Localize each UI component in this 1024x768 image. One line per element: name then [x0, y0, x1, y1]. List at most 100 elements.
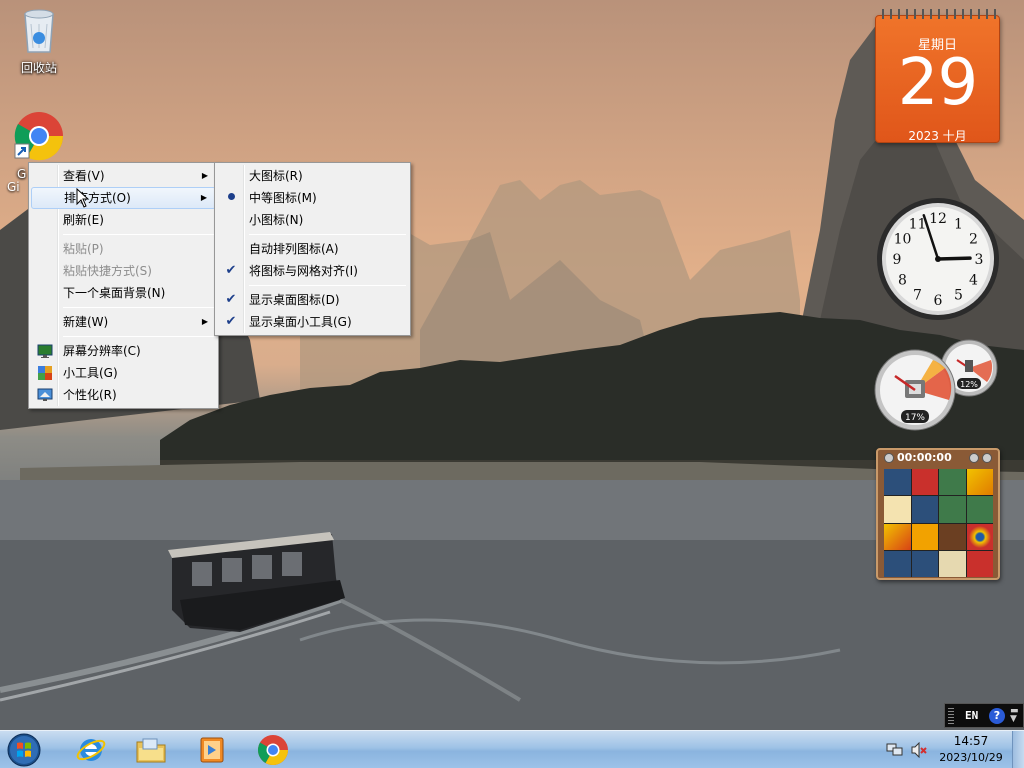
checkmark-icon: ✔ [225, 292, 237, 307]
cpu-meter-gadget[interactable]: 17% 12% [873, 338, 1001, 434]
puzzle-tile[interactable] [911, 496, 938, 523]
menu-item-gadgets[interactable]: 小工具(G) [31, 362, 216, 384]
puzzle-tile[interactable] [884, 523, 911, 550]
puzzle-tile[interactable] [939, 469, 966, 496]
menu-item-paste-shortcut: 粘贴快捷方式(S) [31, 260, 216, 282]
desktop-context-menu: 查看(V) ▶ 排序方式(O) ▶ 刷新(E) 粘贴(P) 粘贴快捷方式(S) 下一… [28, 162, 219, 409]
submenu-item-show-gadgets[interactable]: ✔ 显示桌面小工具(G) [217, 311, 408, 333]
submenu-item-large-icons-label: 大图标(R) [249, 169, 303, 183]
puzzle-tile[interactable] [884, 550, 911, 577]
input-language-indicator[interactable]: EN [965, 709, 978, 722]
puzzle-tile[interactable] [966, 469, 993, 496]
puzzle-tile[interactable] [939, 550, 966, 577]
puzzle-tile[interactable] [939, 523, 966, 550]
submenu-item-show-desktop-icons-label: 显示桌面图标(D) [249, 293, 340, 307]
language-bar-options-icon[interactable]: ▬ ▼ [1010, 707, 1019, 724]
submenu-arrow-icon: ▶ [200, 193, 207, 202]
submenu-item-small-icons[interactable]: 小图标(N) [217, 209, 408, 231]
puzzle-solve-icon[interactable] [982, 453, 992, 463]
taskbar-media-player[interactable] [182, 731, 240, 768]
puzzle-grid [884, 469, 993, 577]
puzzle-tile[interactable] [911, 550, 938, 577]
submenu-item-auto-arrange-label: 自动排列图标(A) [249, 242, 339, 256]
puzzle-tile[interactable] [911, 523, 938, 550]
calendar-month-year: 2023 十月 [908, 129, 967, 143]
puzzle-show-picture-icon[interactable] [969, 453, 979, 463]
personalize-icon [37, 388, 53, 401]
menu-separator [249, 234, 406, 235]
clock-numeral: 5 [954, 288, 963, 304]
system-tray: 14:57 2023/10/29 [880, 731, 1024, 768]
chrome-icon [257, 735, 288, 766]
clock-numeral: 1 [954, 216, 963, 232]
taskbar-chrome[interactable] [244, 731, 302, 768]
submenu-item-auto-arrange[interactable]: 自动排列图标(A) [217, 238, 408, 260]
clock-numeral: 10 [894, 232, 912, 248]
clock-numeral: 3 [975, 252, 984, 268]
recycle-bin-label: 回收站 [20, 61, 57, 75]
network-icon[interactable] [886, 742, 904, 758]
radio-bullet-icon [223, 190, 239, 206]
menu-separator [249, 285, 406, 286]
tray-clock-date[interactable]: 2023/10/29 [936, 751, 1006, 764]
volume-muted-icon[interactable] [910, 742, 928, 758]
puzzle-tile[interactable] [966, 496, 993, 523]
recycle-bin-shortcut[interactable]: 回收站 [7, 6, 71, 76]
menu-item-gadgets-label: 小工具(G) [63, 366, 118, 380]
puzzle-back-icon[interactable] [884, 453, 894, 463]
language-bar[interactable]: EN ? ▬ ▼ [944, 703, 1024, 728]
menu-item-personalize[interactable]: 个性化(R) [31, 384, 216, 406]
show-desktop-button[interactable] [1012, 731, 1024, 768]
puzzle-tile[interactable] [939, 496, 966, 523]
submenu-arrow-icon: ▶ [201, 317, 208, 326]
file-explorer-icon [136, 738, 166, 763]
puzzle-tile[interactable] [966, 550, 993, 577]
start-button[interactable] [4, 732, 44, 768]
menu-separator [63, 307, 214, 308]
menu-item-sort-by-label: 排序方式(O) [64, 191, 131, 205]
mouse-cursor-icon [76, 188, 90, 208]
taskbar: 14:57 2023/10/29 [0, 730, 1024, 768]
clock-numeral: 9 [893, 252, 902, 268]
tray-clock-time[interactable]: 14:57 [936, 734, 1006, 748]
submenu-item-medium-icons[interactable]: 中等图标(M) [217, 187, 408, 209]
clock-gadget[interactable]: 12 1234567891011 [875, 196, 1001, 322]
menu-item-sort-by[interactable]: 排序方式(O) ▶ [31, 187, 216, 209]
menu-item-paste: 粘贴(P) [31, 238, 216, 260]
memory-usage-label: 12% [960, 380, 978, 389]
submenu-arrow-icon: ▶ [201, 171, 208, 180]
taskbar-file-explorer[interactable] [122, 731, 180, 768]
menu-item-screen-resolution[interactable]: 屏幕分辨率(C) [31, 340, 216, 362]
menu-item-new-label: 新建(W) [63, 315, 109, 329]
menu-item-new[interactable]: 新建(W) ▶ [31, 311, 216, 333]
submenu-item-medium-icons-label: 中等图标(M) [249, 191, 317, 205]
puzzle-timer: 00:00:00 [897, 451, 952, 464]
puzzle-tile[interactable] [884, 496, 911, 523]
menu-item-view[interactable]: 查看(V) ▶ [31, 165, 216, 187]
submenu-item-small-icons-label: 小图标(N) [249, 213, 304, 227]
submenu-item-align-to-grid[interactable]: ✔ 将图标与网格对齐(I) [217, 260, 408, 282]
taskbar-internet-explorer[interactable] [62, 731, 120, 768]
submenu-item-show-desktop-icons[interactable]: ✔ 显示桌面图标(D) [217, 289, 408, 311]
picture-puzzle-gadget[interactable]: 00:00:00 [876, 448, 1000, 580]
chrome-shortcut-label-line2: Gi [7, 180, 20, 194]
menu-separator [63, 234, 214, 235]
puzzle-tile[interactable] [884, 469, 911, 496]
clock-numeral: 6 [934, 293, 943, 309]
menu-item-paste-label: 粘贴(P) [63, 242, 104, 256]
language-bar-grip[interactable] [948, 708, 954, 724]
help-icon[interactable]: ? [989, 708, 1005, 724]
puzzle-tile[interactable] [911, 469, 938, 496]
calendar-gadget[interactable]: 星期日 29 2023 十月 [875, 9, 1000, 143]
desktop[interactable]: 回收站 G Gi 查看(V) ▶ 排序方式(O) ▶ 刷新(E) 粘贴(P) 粘贴快… [0, 0, 1024, 730]
submenu-item-large-icons[interactable]: 大图标(R) [217, 165, 408, 187]
calendar-binding-rings [878, 9, 997, 19]
menu-item-view-label: 查看(V) [63, 169, 105, 183]
submenu-item-show-gadgets-label: 显示桌面小工具(G) [249, 315, 352, 329]
menu-item-refresh[interactable]: 刷新(E) [31, 209, 216, 231]
menu-item-next-background[interactable]: 下一个桌面背景(N) [31, 282, 216, 304]
puzzle-tile[interactable] [966, 523, 993, 550]
internet-explorer-icon [76, 739, 106, 761]
media-player-icon [200, 737, 224, 763]
recycle-bin-icon [24, 9, 54, 53]
